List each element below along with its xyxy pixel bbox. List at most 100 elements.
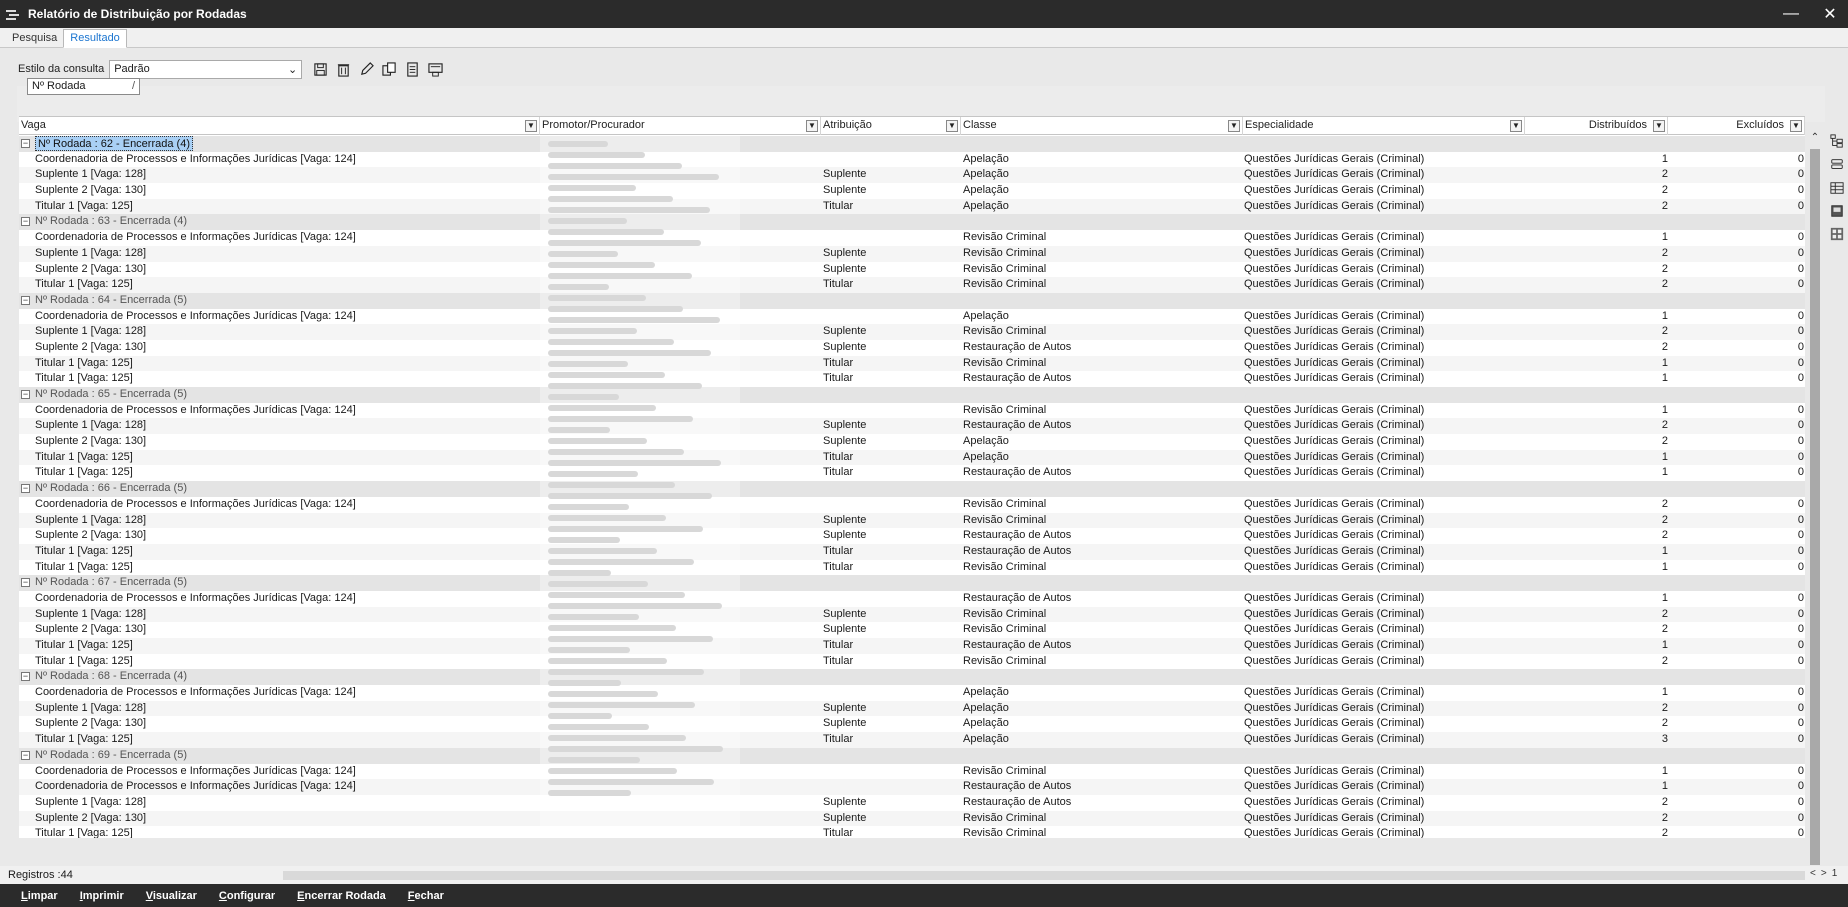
- table-row[interactable]: Coordenadoria de Processos e Informações…: [19, 309, 1805, 325]
- table-row[interactable]: Coordenadoria de Processos e Informações…: [19, 591, 1805, 607]
- table-row[interactable]: Titular 1 [Vaga: 125] Titular Restauração …: [19, 371, 1805, 387]
- collapse-icon[interactable]: −: [21, 217, 30, 227]
- collapse-icon[interactable]: −: [21, 578, 30, 588]
- group-row[interactable]: − Nº Rodada : 69 - Encerrada (5): [19, 747, 1805, 764]
- table-row[interactable]: Titular 1 [Vaga: 125] Titular Restauração …: [19, 465, 1805, 481]
- tab-pesquisa[interactable]: Pesquisa: [6, 30, 63, 47]
- action-button[interactable]: Encerrar Rodada: [297, 890, 386, 902]
- document-icon[interactable]: [402, 60, 422, 78]
- table-row[interactable]: Titular 1 [Vaga: 125] Titular Revisão Crim…: [19, 560, 1805, 576]
- cell-distribuidos: 1: [1661, 591, 1668, 604]
- table-row[interactable]: Coordenadoria de Processos e Informações…: [19, 403, 1805, 419]
- style-select[interactable]: Padrão ⌄: [109, 59, 303, 79]
- cell-vaga: Titular 1 [Vaga: 125]: [35, 827, 133, 838]
- table-row[interactable]: Coordenadoria de Processos e Informações…: [19, 685, 1805, 701]
- table-row[interactable]: Suplente 1 [Vaga: 128] Suplente Restauraçã…: [19, 795, 1805, 811]
- tab-resultado[interactable]: Resultado: [63, 29, 127, 48]
- table-row[interactable]: Suplente 1 [Vaga: 128] Suplente Revisão Cr…: [19, 245, 1805, 262]
- table-row[interactable]: Titular 1 [Vaga: 125] Titular Restauração …: [19, 543, 1805, 560]
- group-row[interactable]: − Nº Rodada : 68 - Encerrada (4): [19, 669, 1805, 686]
- collapse-icon[interactable]: −: [21, 295, 30, 305]
- close-icon[interactable]: ✕: [1812, 0, 1848, 28]
- group-row[interactable]: − Nº Rodada : 66 - Encerrada (5): [19, 481, 1805, 497]
- table-row[interactable]: Titular 1 [Vaga: 125] Titular Revisão Crim…: [19, 826, 1805, 838]
- collapse-icon[interactable]: −: [21, 139, 30, 148]
- table-row[interactable]: Suplente 1 [Vaga: 128] Suplente Apelação Qu…: [19, 700, 1805, 717]
- group-row[interactable]: − Nº Rodada : 62 - Encerrada (4): [19, 136, 1805, 152]
- table-row[interactable]: Titular 1 [Vaga: 125] Titular Revisão Crim…: [19, 277, 1805, 293]
- collapse-icon[interactable]: −: [21, 484, 30, 494]
- delete-icon[interactable]: [333, 60, 353, 78]
- filter-dropdown-icon[interactable]: ▼: [525, 120, 537, 132]
- layers-icon[interactable]: [1828, 155, 1846, 173]
- column-promotor[interactable]: Promotor/Procurador ▼: [540, 117, 821, 135]
- table-row[interactable]: Suplente 1 [Vaga: 128] Suplente Revisão Cr…: [19, 324, 1805, 340]
- column-excluidos[interactable]: Excluídos ▼: [1668, 117, 1805, 135]
- table-row[interactable]: Suplente 1 [Vaga: 128] Suplente Restauraçã…: [19, 418, 1805, 435]
- horizontal-scrollbar[interactable]: [283, 871, 1805, 880]
- table-row[interactable]: Suplente 2 [Vaga: 130] Suplente Revisão Cr…: [19, 622, 1805, 638]
- filter-dropdown-icon[interactable]: ▼: [1790, 120, 1802, 132]
- edit-icon[interactable]: [356, 60, 376, 78]
- collapse-icon[interactable]: −: [21, 750, 30, 760]
- group-by-chip[interactable]: Nº Rodada /: [27, 78, 140, 95]
- table-row[interactable]: Coordenadoria de Processos e Informações…: [19, 230, 1805, 246]
- table-row[interactable]: Suplente 2 [Vaga: 130] Suplente Apelação Qu…: [19, 434, 1805, 450]
- action-button[interactable]: Limpar: [21, 890, 58, 902]
- action-button[interactable]: Configurar: [219, 890, 275, 902]
- filter-dropdown-icon[interactable]: ▼: [1510, 120, 1522, 132]
- table-row[interactable]: Titular 1 [Vaga: 125] Titular Apelação Ques…: [19, 732, 1805, 748]
- column-especialidade[interactable]: Especialidade ▼: [1243, 117, 1525, 135]
- column-distribuidos[interactable]: Distribuídos ▼: [1525, 117, 1668, 135]
- table-row[interactable]: Suplente 2 [Vaga: 130] Suplente Restauraçã…: [19, 340, 1805, 356]
- table-row[interactable]: Suplente 1 [Vaga: 128] Suplente Revisão Cr…: [19, 512, 1805, 529]
- group-row[interactable]: − Nº Rodada : 64 - Encerrada (5): [19, 292, 1805, 309]
- column-classe[interactable]: Classe ▼: [961, 117, 1243, 135]
- filter-dropdown-icon[interactable]: ▼: [1653, 120, 1665, 132]
- copy-icon[interactable]: [379, 60, 399, 78]
- filter-dropdown-icon[interactable]: ▼: [806, 120, 818, 132]
- column-atribuicao[interactable]: Atribuição ▼: [821, 117, 961, 135]
- page-next-icon[interactable]: >: [1821, 868, 1827, 879]
- table-row[interactable]: Suplente 2 [Vaga: 130] Suplente Revisão Cr…: [19, 810, 1805, 827]
- table-row[interactable]: Suplente 1 [Vaga: 128] Suplente Apelação Qu…: [19, 167, 1805, 184]
- grid-view-icon[interactable]: [1828, 225, 1846, 243]
- panel-icon[interactable]: [1828, 202, 1846, 220]
- report-icon[interactable]: [425, 60, 445, 78]
- table-row[interactable]: Suplente 1 [Vaga: 128] Suplente Revisão Cr…: [19, 606, 1805, 623]
- table-row[interactable]: Suplente 2 [Vaga: 130] Suplente Apelação Qu…: [19, 183, 1805, 199]
- table-row[interactable]: Titular 1 [Vaga: 125] Titular Restauração …: [19, 638, 1805, 654]
- table-row[interactable]: Suplente 2 [Vaga: 130] Suplente Revisão Cr…: [19, 262, 1805, 278]
- cell-especialidade: Questões Jurídicas Gerais (Criminal): [1244, 591, 1425, 604]
- minimize-icon[interactable]: —: [1768, 0, 1814, 28]
- action-button[interactable]: Fechar: [408, 890, 444, 902]
- collapse-icon[interactable]: −: [21, 390, 30, 399]
- action-button[interactable]: Imprimir: [80, 890, 124, 902]
- table-row[interactable]: Titular 1 [Vaga: 125] Titular Apelação Ques…: [19, 198, 1805, 215]
- group-row[interactable]: − Nº Rodada : 65 - Encerrada (5): [19, 387, 1805, 403]
- table-row[interactable]: Coordenadoria de Processos e Informações…: [19, 497, 1805, 513]
- page-prev-icon[interactable]: <: [1810, 868, 1816, 879]
- table-row[interactable]: Titular 1 [Vaga: 125] Titular Apelação Ques…: [19, 449, 1805, 466]
- vertical-scrollbar[interactable]: ⌃ ⌄: [1808, 132, 1822, 888]
- table-icon[interactable]: [1828, 179, 1846, 197]
- table-row[interactable]: Suplente 2 [Vaga: 130] Suplente Restauraçã…: [19, 528, 1805, 544]
- group-row[interactable]: − Nº Rodada : 63 - Encerrada (4): [19, 214, 1805, 231]
- save-icon[interactable]: [310, 60, 330, 78]
- column-vaga[interactable]: Vaga ▼: [19, 117, 540, 135]
- table-row[interactable]: Suplente 2 [Vaga: 130] Suplente Apelação Qu…: [19, 716, 1805, 732]
- filter-dropdown-icon[interactable]: ▼: [946, 120, 958, 132]
- table-row[interactable]: Titular 1 [Vaga: 125] Titular Revisão Crim…: [19, 654, 1805, 670]
- tree-icon[interactable]: [1828, 132, 1846, 150]
- action-button[interactable]: Visualizar: [146, 890, 197, 902]
- table-row[interactable]: Coordenadoria de Processos e Informações…: [19, 152, 1805, 168]
- table-row[interactable]: Coordenadoria de Processos e Informações…: [19, 764, 1805, 780]
- table-row[interactable]: Coordenadoria de Processos e Informações…: [19, 779, 1805, 795]
- scroll-up-icon[interactable]: ⌃: [1808, 132, 1822, 146]
- collapse-icon[interactable]: −: [21, 672, 30, 682]
- filter-dropdown-icon[interactable]: ▼: [1228, 120, 1240, 132]
- cell-vaga: Suplente 1 [Vaga: 128]: [35, 607, 147, 620]
- table-row[interactable]: Titular 1 [Vaga: 125] Titular Revisão Crim…: [19, 355, 1805, 372]
- scrollbar-thumb[interactable]: [1810, 149, 1820, 865]
- group-row[interactable]: − Nº Rodada : 67 - Encerrada (5): [19, 575, 1805, 591]
